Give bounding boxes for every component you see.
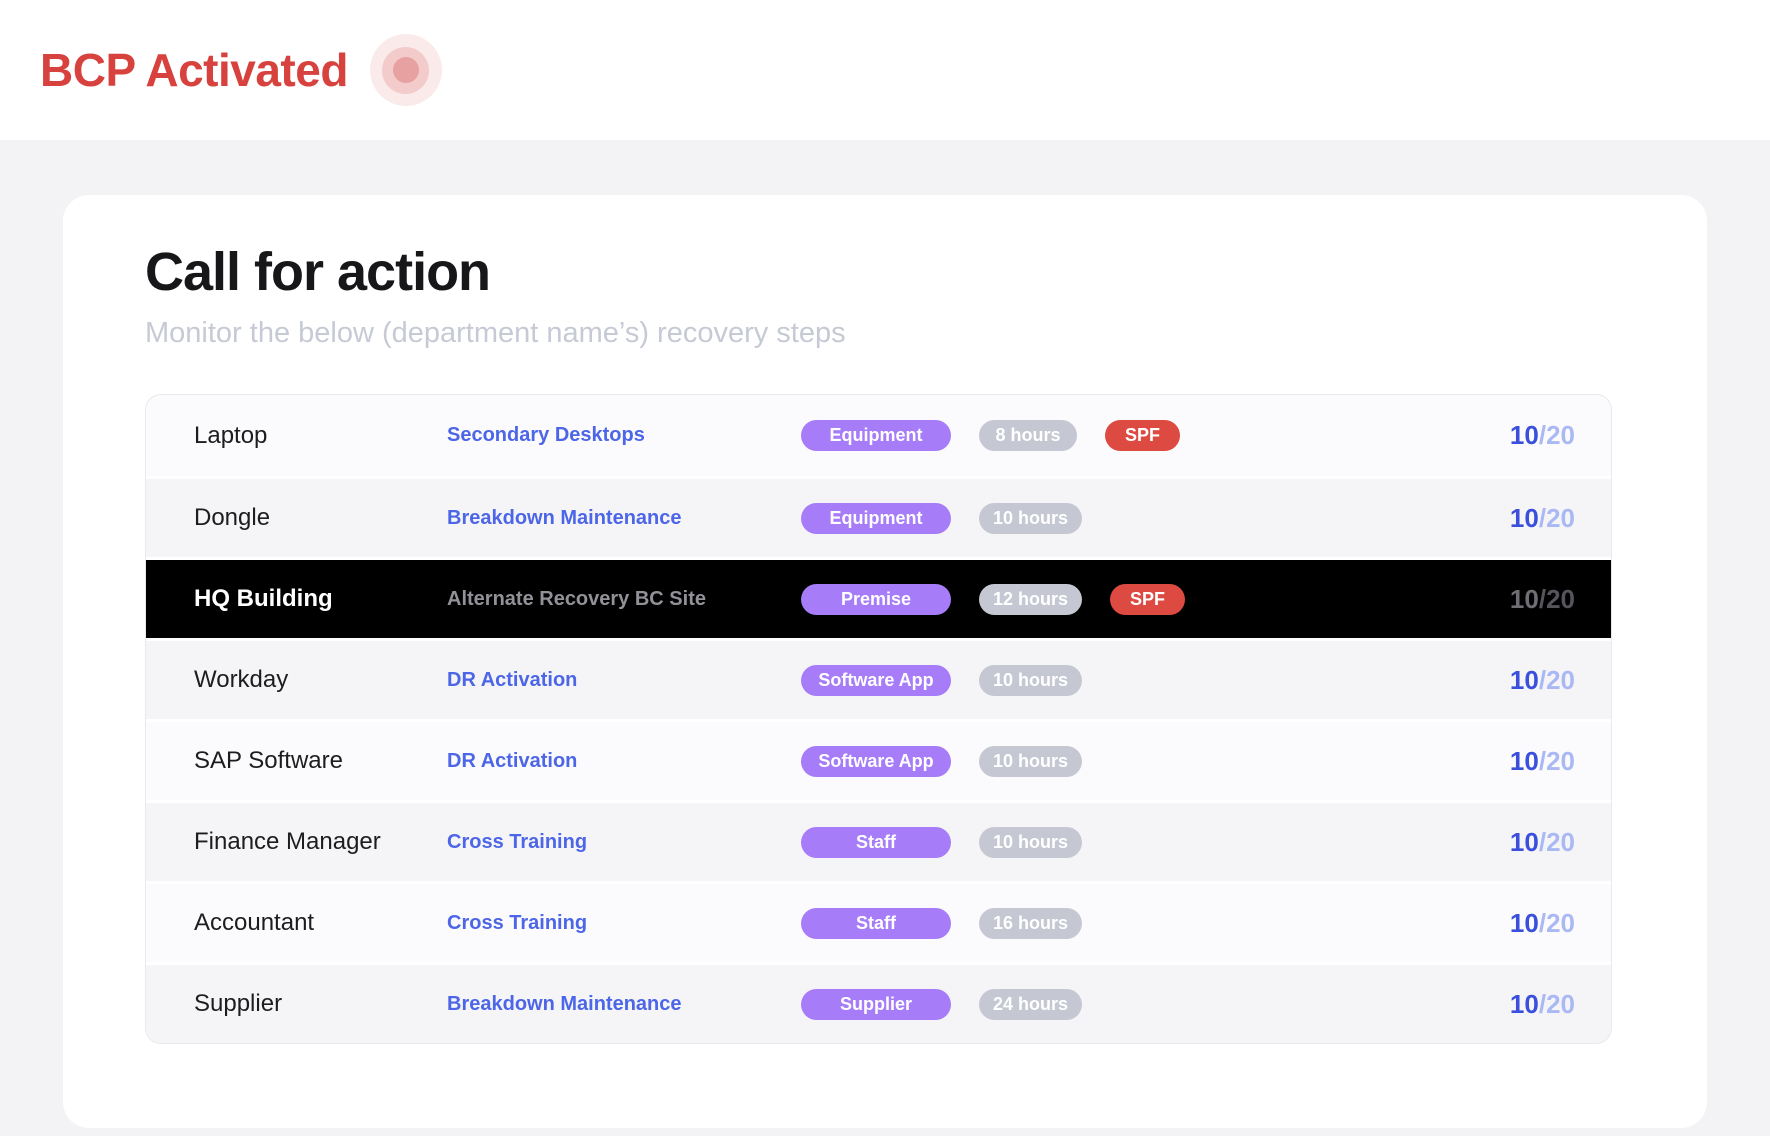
badge-group: Premise 12 hours SPF <box>801 584 1425 615</box>
table-row[interactable]: Finance Manager Cross Training Staff 10 … <box>146 800 1611 881</box>
score: 10/20 <box>1425 989 1575 1020</box>
badge-group: Equipment 8 hours SPF <box>801 420 1425 451</box>
table-row[interactable]: Workday DR Activation Software App 10 ho… <box>146 638 1611 719</box>
table-row[interactable]: Laptop Secondary Desktops Equipment 8 ho… <box>146 395 1611 476</box>
score: 10/20 <box>1425 503 1575 534</box>
score-total: /20 <box>1539 420 1575 450</box>
recovery-action-link[interactable]: Breakdown Maintenance <box>447 993 801 1016</box>
category-badge: Supplier <box>801 989 951 1020</box>
score-value: 10 <box>1510 989 1539 1019</box>
status-pulse-core <box>393 57 419 83</box>
score-value: 10 <box>1510 584 1539 614</box>
score-value: 10 <box>1510 827 1539 857</box>
recovery-action-link[interactable]: DR Activation <box>447 750 801 773</box>
category-badge: Premise <box>801 584 951 615</box>
score: 10/20 <box>1425 746 1575 777</box>
category-badge: Equipment <box>801 503 951 534</box>
duration-badge: 10 hours <box>979 827 1082 858</box>
table-row[interactable]: SAP Software DR Activation Software App … <box>146 719 1611 800</box>
score-total: /20 <box>1539 584 1575 614</box>
score-value: 10 <box>1510 665 1539 695</box>
duration-badge: 10 hours <box>979 746 1082 777</box>
recovery-steps-table: Laptop Secondary Desktops Equipment 8 ho… <box>145 394 1612 1044</box>
page-subtitle: Monitor the below (department name’s) re… <box>145 317 1625 350</box>
category-badge: Software App <box>801 665 951 696</box>
recovery-action-link[interactable]: Breakdown Maintenance <box>447 507 801 530</box>
resource-name: Finance Manager <box>194 828 447 856</box>
table-row[interactable]: HQ Building Alternate Recovery BC Site P… <box>146 557 1611 638</box>
badge-group: Equipment 10 hours <box>801 503 1425 534</box>
duration-badge: 8 hours <box>979 420 1077 451</box>
recovery-action-link[interactable]: Alternate Recovery BC Site <box>447 588 801 611</box>
duration-badge: 24 hours <box>979 989 1082 1020</box>
score-total: /20 <box>1539 665 1575 695</box>
resource-name: SAP Software <box>194 747 447 775</box>
duration-badge: 10 hours <box>979 503 1082 534</box>
page-title: Call for action <box>145 241 1625 303</box>
score: 10/20 <box>1425 908 1575 939</box>
spf-badge: SPF <box>1110 584 1185 615</box>
recovery-action-link[interactable]: Cross Training <box>447 831 801 854</box>
status-pulse-ring <box>382 47 429 94</box>
score: 10/20 <box>1425 584 1575 615</box>
score-value: 10 <box>1510 746 1539 776</box>
resource-name: Accountant <box>194 909 447 937</box>
table-row[interactable]: Supplier Breakdown Maintenance Supplier … <box>146 962 1611 1043</box>
table-row[interactable]: Accountant Cross Training Staff 16 hours… <box>146 881 1611 962</box>
recovery-action-link[interactable]: Secondary Desktops <box>447 424 801 447</box>
badge-group: Software App 10 hours <box>801 665 1425 696</box>
score: 10/20 <box>1425 827 1575 858</box>
badge-group: Software App 10 hours <box>801 746 1425 777</box>
status-pulse-icon <box>370 34 442 106</box>
duration-badge: 12 hours <box>979 584 1082 615</box>
resource-name: Supplier <box>194 990 447 1018</box>
score-total: /20 <box>1539 746 1575 776</box>
score: 10/20 <box>1425 665 1575 696</box>
top-header-bar: BCP Activated <box>0 0 1770 140</box>
score-total: /20 <box>1539 503 1575 533</box>
recovery-action-link[interactable]: DR Activation <box>447 669 801 692</box>
badge-group: Supplier 24 hours <box>801 989 1425 1020</box>
category-badge: Software App <box>801 746 951 777</box>
spf-badge: SPF <box>1105 420 1180 451</box>
score-total: /20 <box>1539 989 1575 1019</box>
score: 10/20 <box>1425 420 1575 451</box>
duration-badge: 16 hours <box>979 908 1082 939</box>
badge-group: Staff 10 hours <box>801 827 1425 858</box>
score-value: 10 <box>1510 503 1539 533</box>
resource-name: Workday <box>194 666 447 694</box>
table-row[interactable]: Dongle Breakdown Maintenance Equipment 1… <box>146 476 1611 557</box>
duration-badge: 10 hours <box>979 665 1082 696</box>
bcp-status-title: BCP Activated <box>40 43 348 97</box>
score-value: 10 <box>1510 420 1539 450</box>
score-value: 10 <box>1510 908 1539 938</box>
score-total: /20 <box>1539 908 1575 938</box>
resource-name: Dongle <box>194 504 447 532</box>
resource-name: Laptop <box>194 422 447 450</box>
resource-name: HQ Building <box>194 585 447 613</box>
category-badge: Equipment <box>801 420 951 451</box>
category-badge: Staff <box>801 908 951 939</box>
recovery-action-link[interactable]: Cross Training <box>447 912 801 935</box>
call-for-action-card: Call for action Monitor the below (depar… <box>63 195 1707 1128</box>
badge-group: Staff 16 hours <box>801 908 1425 939</box>
score-total: /20 <box>1539 827 1575 857</box>
category-badge: Staff <box>801 827 951 858</box>
